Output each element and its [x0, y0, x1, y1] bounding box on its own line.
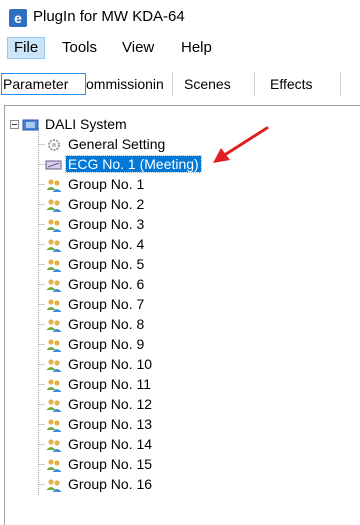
tab-separator	[340, 72, 341, 96]
tree-item-label: General Setting	[68, 136, 166, 152]
gear-icon	[45, 137, 63, 153]
tree-item-group-10[interactable]: Group No. 10	[45, 354, 154, 374]
tree-item-group-15[interactable]: Group No. 15	[45, 454, 154, 474]
group-icon	[45, 417, 63, 433]
tree-item-label: Group No. 15	[68, 456, 153, 472]
tree-item-label-selected: ECG No. 1 (Meeting)	[65, 155, 202, 173]
tree-item-group-12[interactable]: Group No. 12	[45, 394, 154, 414]
tree-item-label: Group No. 14	[68, 436, 153, 452]
group-icon	[45, 297, 63, 313]
tree-item-group-2[interactable]: Group No. 2	[45, 194, 146, 214]
tree-item-group-11[interactable]: Group No. 11	[45, 374, 153, 394]
collapse-toggle-icon[interactable]	[10, 120, 19, 129]
tree-item-label: Group No. 8	[68, 316, 145, 332]
tree-root-dali-system[interactable]: DALI System	[22, 114, 129, 134]
menu-bar: File Tools View Help	[0, 34, 360, 62]
group-icon	[45, 237, 63, 253]
menu-file[interactable]: File	[7, 37, 46, 59]
group-icon	[45, 437, 63, 453]
tree-item-label: Group No. 10	[68, 356, 153, 372]
tree-item-group-7[interactable]: Group No. 7	[45, 294, 146, 314]
tree-item-group-6[interactable]: Group No. 6	[45, 274, 146, 294]
group-icon	[45, 397, 63, 413]
ecg-device-icon	[45, 157, 63, 173]
app-icon: e	[9, 9, 27, 27]
tree-item-label: Group No. 16	[68, 476, 153, 492]
tree-item-label: Group No. 13	[68, 416, 153, 432]
tree-item-label: Group No. 5	[68, 256, 145, 272]
tab-scenes[interactable]: Scenes	[184, 73, 244, 95]
tree-item-label: Group No. 4	[68, 236, 145, 252]
tree-item-group-4[interactable]: Group No. 4	[45, 234, 146, 254]
menu-help[interactable]: Help	[175, 37, 218, 59]
tree-item-group-1[interactable]: Group No. 1	[45, 174, 146, 194]
tab-bar: Parameter ommissionin Scenes Effects	[0, 64, 360, 102]
menu-view[interactable]: View	[116, 37, 160, 59]
group-icon	[45, 257, 63, 273]
tree-item-group-14[interactable]: Group No. 14	[45, 434, 154, 454]
group-icon	[45, 317, 63, 333]
group-icon	[45, 477, 63, 493]
tree-item-general-setting[interactable]: General Setting	[45, 134, 167, 154]
tree-item-group-5[interactable]: Group No. 5	[45, 254, 146, 274]
tab-effects[interactable]: Effects	[270, 73, 324, 95]
tree-item-label: Group No. 11	[68, 376, 152, 392]
group-icon	[45, 377, 63, 393]
tree-item-label: Group No. 3	[68, 216, 145, 232]
group-icon	[45, 177, 63, 193]
tab-parameter[interactable]: Parameter	[1, 73, 86, 95]
dali-system-icon	[22, 117, 40, 133]
tab-separator	[254, 72, 255, 96]
tab-commissioning[interactable]: ommissionin	[86, 73, 168, 95]
group-icon	[45, 197, 63, 213]
annotation-arrow-icon	[213, 126, 269, 163]
group-icon	[45, 357, 63, 373]
title-bar: e PlugIn for MW KDA-64	[0, 0, 360, 34]
tree-root-label: DALI System	[45, 116, 127, 132]
tree-item-label: Group No. 9	[68, 336, 145, 352]
tab-separator	[172, 72, 173, 96]
tree-item-group-16[interactable]: Group No. 16	[45, 474, 154, 494]
tree-item-group-13[interactable]: Group No. 13	[45, 414, 154, 434]
tree-item-label: Group No. 2	[68, 196, 145, 212]
tree-item-group-8[interactable]: Group No. 8	[45, 314, 146, 334]
group-icon	[45, 337, 63, 353]
group-icon	[45, 217, 63, 233]
tree-item-group-9[interactable]: Group No. 9	[45, 334, 146, 354]
tree-item-label: Group No. 12	[68, 396, 153, 412]
tree-item-label: Group No. 6	[68, 276, 145, 292]
tree-item-label: Group No. 7	[68, 296, 145, 312]
window-title: PlugIn for MW KDA-64	[33, 8, 185, 25]
tree-item-label: Group No. 1	[68, 176, 145, 192]
tree-item-ecg-1[interactable]: ECG No. 1 (Meeting)	[45, 154, 202, 174]
menu-tools[interactable]: Tools	[56, 37, 103, 59]
plugin-window: e PlugIn for MW KDA-64 File Tools View H…	[0, 0, 360, 525]
dali-tree-view[interactable]: DALI System General Setting ECG No. 1 (M…	[4, 105, 360, 525]
group-icon	[45, 277, 63, 293]
group-icon	[45, 457, 63, 473]
tree-item-group-3[interactable]: Group No. 3	[45, 214, 146, 234]
